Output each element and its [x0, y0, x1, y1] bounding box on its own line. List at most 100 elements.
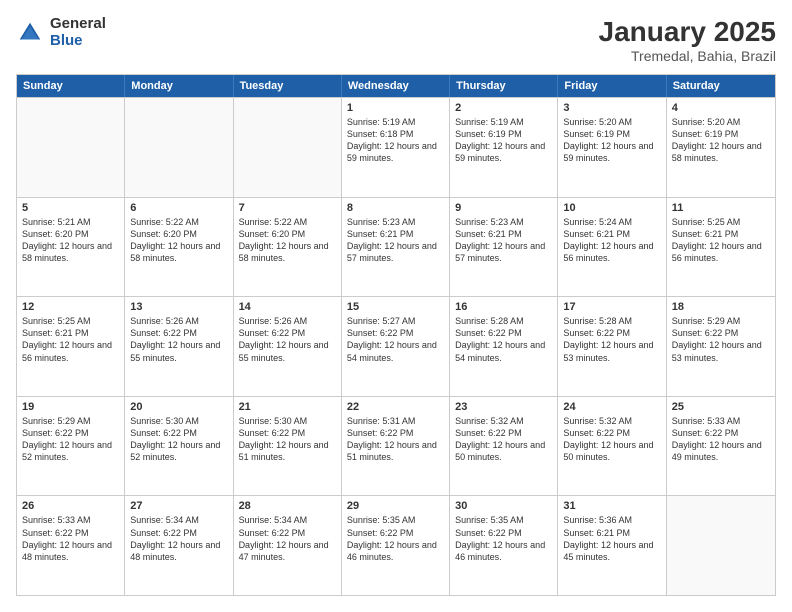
cell-details: Sunrise: 5:34 AM Sunset: 6:22 PM Dayligh… — [239, 515, 329, 561]
title-block: January 2025 Tremedal, Bahia, Brazil — [599, 16, 776, 64]
cell-details: Sunrise: 5:22 AM Sunset: 6:20 PM Dayligh… — [239, 217, 329, 263]
calendar-day-18: 18Sunrise: 5:29 AM Sunset: 6:22 PM Dayli… — [667, 297, 775, 396]
calendar-day-6: 6 Sunrise: 5:22 AM Sunset: 6:20 PM Daylig… — [125, 198, 233, 297]
header-day-sunday: Sunday — [17, 75, 125, 97]
day-number: 4 — [672, 102, 770, 114]
calendar-day-31: 31 Sunrise: 5:36 AM Sunset: 6:21 PM Dayli… — [558, 496, 666, 595]
day-number: 31 — [563, 500, 660, 512]
day-number: 27 — [130, 500, 227, 512]
cell-details: Sunrise: 5:28 AM Sunset: 6:22 PM Dayligh… — [563, 316, 653, 362]
cell-details: Sunrise: 5:35 AM Sunset: 6:22 PM Dayligh… — [347, 515, 437, 561]
logo: General Blue — [16, 16, 106, 49]
calendar-day-15: 15Sunrise: 5:27 AM Sunset: 6:22 PM Dayli… — [342, 297, 450, 396]
calendar-day-13: 13 Sunrise: 5:26 AM Sunset: 6:22 PM Dayli… — [125, 297, 233, 396]
calendar-day-25: 25 Sunrise: 5:33 AM Sunset: 6:22 PM Dayli… — [667, 397, 775, 496]
calendar-row-1: 1Sunrise: 5:19 AM Sunset: 6:18 PM Daylig… — [17, 97, 775, 197]
calendar-day-5: 5Sunrise: 5:21 AM Sunset: 6:20 PM Daylig… — [17, 198, 125, 297]
day-number: 26 — [22, 500, 119, 512]
day-number: 22 — [347, 401, 444, 413]
cell-details: Sunrise: 5:34 AM Sunset: 6:22 PM Dayligh… — [130, 515, 220, 561]
calendar-day-22: 22 Sunrise: 5:31 AM Sunset: 6:22 PM Dayli… — [342, 397, 450, 496]
calendar-day-11: 11 Sunrise: 5:25 AM Sunset: 6:21 PM Dayli… — [667, 198, 775, 297]
calendar-day-21: 21Sunrise: 5:30 AM Sunset: 6:22 PM Dayli… — [234, 397, 342, 496]
cell-details: Sunrise: 5:25 AM Sunset: 6:21 PM Dayligh… — [22, 316, 112, 362]
day-number: 11 — [672, 202, 770, 214]
logo-text: General Blue — [50, 16, 106, 49]
calendar-day-19: 19 Sunrise: 5:29 AM Sunset: 6:22 PM Dayli… — [17, 397, 125, 496]
calendar-day-30: 30 Sunrise: 5:35 AM Sunset: 6:22 PM Dayli… — [450, 496, 558, 595]
cell-details: Sunrise: 5:33 AM Sunset: 6:22 PM Dayligh… — [672, 416, 762, 462]
cell-details: Sunrise: 5:25 AM Sunset: 6:21 PM Dayligh… — [672, 217, 762, 263]
calendar-empty-cell — [125, 98, 233, 197]
cell-details: Sunrise: 5:19 AM Sunset: 6:18 PM Dayligh… — [347, 117, 437, 163]
cell-details: Sunrise: 5:26 AM Sunset: 6:22 PM Dayligh… — [239, 316, 329, 362]
header-day-saturday: Saturday — [667, 75, 775, 97]
cell-details: Sunrise: 5:20 AM Sunset: 6:19 PM Dayligh… — [672, 117, 762, 163]
day-number: 20 — [130, 401, 227, 413]
page: General Blue January 2025 Tremedal, Bahi… — [0, 0, 792, 612]
day-number: 25 — [672, 401, 770, 413]
calendar-day-16: 16Sunrise: 5:28 AM Sunset: 6:22 PM Dayli… — [450, 297, 558, 396]
cell-details: Sunrise: 5:24 AM Sunset: 6:21 PM Dayligh… — [563, 217, 653, 263]
calendar-day-24: 24Sunrise: 5:32 AM Sunset: 6:22 PM Dayli… — [558, 397, 666, 496]
header-day-tuesday: Tuesday — [234, 75, 342, 97]
header-day-thursday: Thursday — [450, 75, 558, 97]
calendar-day-17: 17Sunrise: 5:28 AM Sunset: 6:22 PM Dayli… — [558, 297, 666, 396]
cell-details: Sunrise: 5:36 AM Sunset: 6:21 PM Dayligh… — [563, 515, 653, 561]
day-number: 28 — [239, 500, 336, 512]
day-number: 16 — [455, 301, 552, 313]
cell-details: Sunrise: 5:23 AM Sunset: 6:21 PM Dayligh… — [347, 217, 437, 263]
day-number: 19 — [22, 401, 119, 413]
logo-icon — [16, 19, 44, 47]
header-row: General Blue January 2025 Tremedal, Bahi… — [16, 16, 776, 64]
day-number: 3 — [563, 102, 660, 114]
day-number: 12 — [22, 301, 119, 313]
calendar-day-2: 2Sunrise: 5:19 AM Sunset: 6:19 PM Daylig… — [450, 98, 558, 197]
day-number: 18 — [672, 301, 770, 313]
calendar-empty-cell — [17, 98, 125, 197]
calendar: SundayMondayTuesdayWednesdayThursdayFrid… — [16, 74, 776, 596]
cell-details: Sunrise: 5:29 AM Sunset: 6:22 PM Dayligh… — [22, 416, 112, 462]
calendar-day-20: 20 Sunrise: 5:30 AM Sunset: 6:22 PM Dayli… — [125, 397, 233, 496]
day-number: 24 — [563, 401, 660, 413]
day-number: 6 — [130, 202, 227, 214]
header-day-wednesday: Wednesday — [342, 75, 450, 97]
header-day-friday: Friday — [558, 75, 666, 97]
day-number: 30 — [455, 500, 552, 512]
cell-details: Sunrise: 5:23 AM Sunset: 6:21 PM Dayligh… — [455, 217, 545, 263]
cell-details: Sunrise: 5:26 AM Sunset: 6:22 PM Dayligh… — [130, 316, 220, 362]
calendar-empty-cell — [234, 98, 342, 197]
calendar-day-1: 1Sunrise: 5:19 AM Sunset: 6:18 PM Daylig… — [342, 98, 450, 197]
cell-details: Sunrise: 5:21 AM Sunset: 6:20 PM Dayligh… — [22, 217, 112, 263]
calendar-empty-cell — [667, 496, 775, 595]
calendar-day-3: 3 Sunrise: 5:20 AM Sunset: 6:19 PM Daylig… — [558, 98, 666, 197]
day-number: 23 — [455, 401, 552, 413]
calendar-header: SundayMondayTuesdayWednesdayThursdayFrid… — [17, 75, 775, 97]
calendar-body: 1Sunrise: 5:19 AM Sunset: 6:18 PM Daylig… — [17, 97, 775, 595]
title-location: Tremedal, Bahia, Brazil — [599, 48, 776, 64]
cell-details: Sunrise: 5:27 AM Sunset: 6:22 PM Dayligh… — [347, 316, 437, 362]
cell-details: Sunrise: 5:35 AM Sunset: 6:22 PM Dayligh… — [455, 515, 545, 561]
day-number: 9 — [455, 202, 552, 214]
cell-details: Sunrise: 5:30 AM Sunset: 6:22 PM Dayligh… — [130, 416, 220, 462]
cell-details: Sunrise: 5:30 AM Sunset: 6:22 PM Dayligh… — [239, 416, 329, 462]
calendar-day-29: 29 Sunrise: 5:35 AM Sunset: 6:22 PM Dayli… — [342, 496, 450, 595]
calendar-row-2: 5Sunrise: 5:21 AM Sunset: 6:20 PM Daylig… — [17, 197, 775, 297]
calendar-row-4: 19 Sunrise: 5:29 AM Sunset: 6:22 PM Dayli… — [17, 396, 775, 496]
calendar-day-8: 8Sunrise: 5:23 AM Sunset: 6:21 PM Daylig… — [342, 198, 450, 297]
calendar-day-12: 12 Sunrise: 5:25 AM Sunset: 6:21 PM Dayli… — [17, 297, 125, 396]
day-number: 10 — [563, 202, 660, 214]
calendar-day-27: 27 Sunrise: 5:34 AM Sunset: 6:22 PM Dayli… — [125, 496, 233, 595]
calendar-day-9: 9 Sunrise: 5:23 AM Sunset: 6:21 PM Daylig… — [450, 198, 558, 297]
cell-details: Sunrise: 5:32 AM Sunset: 6:22 PM Dayligh… — [455, 416, 545, 462]
calendar-row-5: 26Sunrise: 5:33 AM Sunset: 6:22 PM Dayli… — [17, 495, 775, 595]
cell-details: Sunrise: 5:22 AM Sunset: 6:20 PM Dayligh… — [130, 217, 220, 263]
cell-details: Sunrise: 5:20 AM Sunset: 6:19 PM Dayligh… — [563, 117, 653, 163]
calendar-day-14: 14 Sunrise: 5:26 AM Sunset: 6:22 PM Dayli… — [234, 297, 342, 396]
cell-details: Sunrise: 5:31 AM Sunset: 6:22 PM Dayligh… — [347, 416, 437, 462]
calendar-row-3: 12 Sunrise: 5:25 AM Sunset: 6:21 PM Dayli… — [17, 296, 775, 396]
cell-details: Sunrise: 5:19 AM Sunset: 6:19 PM Dayligh… — [455, 117, 545, 163]
day-number: 14 — [239, 301, 336, 313]
day-number: 29 — [347, 500, 444, 512]
day-number: 13 — [130, 301, 227, 313]
